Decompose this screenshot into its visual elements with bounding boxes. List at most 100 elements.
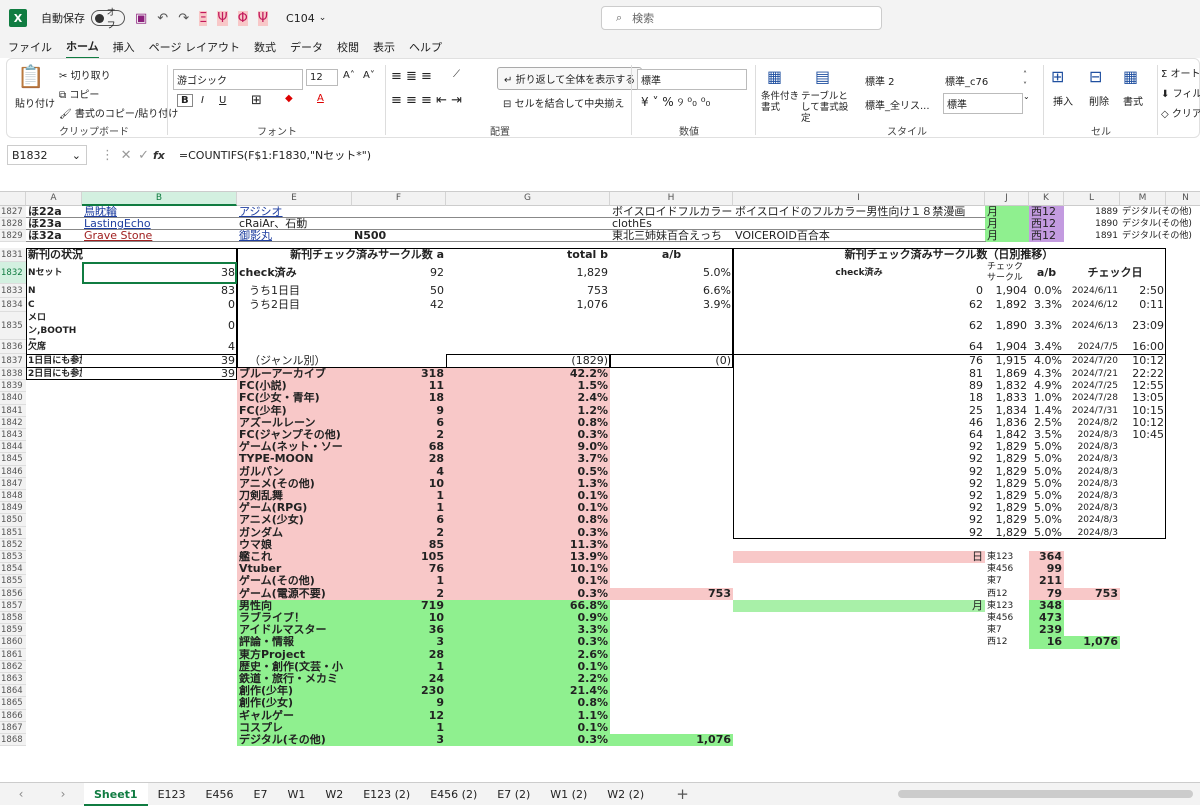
status-value[interactable]: 83 [82,284,237,298]
column-header-a[interactable]: A [26,192,82,206]
genre-ratio[interactable]: 0.1% [446,502,610,515]
genre-ratio[interactable]: 0.1% [446,490,610,503]
genre-ratio[interactable]: 0.8% [446,416,610,429]
checked-header[interactable]: 新刊チェック済みサークル数 a [237,248,446,262]
work-description[interactable]: ボイスロイドのフルカラー男性向け１８禁漫画 [733,206,985,218]
tab-review[interactable]: 校閲 [337,36,359,58]
daily-circles[interactable]: 1,890 [985,312,1029,340]
checked-row-label[interactable]: うち1日目 [237,284,352,298]
genre-count[interactable]: 10 [352,612,446,625]
genre-name[interactable]: ゲーム(その他) [237,575,352,588]
hall-name[interactable]: 東456 [985,563,1029,575]
tab-page-layout[interactable]: ページ レイアウト [149,36,240,58]
genre-ratio[interactable]: 1.5% [446,380,610,393]
status-value[interactable]: 39 [82,354,237,368]
format-painter-button[interactable]: 🖌 書式のコピー/貼り付け [59,105,178,120]
name-box[interactable]: B1832 ⌄ [7,145,87,165]
status-label[interactable]: 1日目にも参加 [26,354,82,368]
daily-date[interactable]: 2024/7/31 [1064,405,1120,417]
circle-code[interactable]: ほ32a [26,230,82,242]
hall-count[interactable]: 79 [1029,587,1064,600]
conditional-format-button[interactable]: 条件付き書式 [761,91,799,113]
genre-name[interactable]: Vtuber [237,563,352,576]
daily-time[interactable]: 13:05 [1120,392,1166,404]
row-header[interactable]: 1828 [0,218,26,230]
style-normal2[interactable]: 標準 2 [865,73,895,88]
work-description[interactable]: VOICEROID百合本 [733,230,985,242]
status-value[interactable]: 4 [82,340,237,354]
daily-ratio[interactable]: 3.5% [1029,429,1064,441]
genre-ratio[interactable]: 42.2% [446,368,610,381]
column-header-h[interactable]: H [610,192,733,206]
row-header[interactable]: 1827 [0,206,26,218]
genre-count[interactable]: 4 [352,465,446,478]
daily-date[interactable]: 2024/6/12 [1064,298,1120,312]
row-header[interactable]: 1841 [0,404,26,417]
genre-count[interactable]: 11 [352,380,446,393]
daily-date[interactable]: 2024/7/28 [1064,392,1120,404]
daily-time[interactable]: 23:09 [1120,312,1166,340]
column-header-k[interactable]: K [1029,192,1064,206]
genre-count[interactable]: 1 [352,660,446,673]
genre-name[interactable]: アニメ(その他) [237,477,352,490]
genre-ratio[interactable]: 0.5% [446,465,610,478]
daily-checked[interactable]: 0 [733,284,985,298]
genre-name[interactable]: TYPE-MOON [237,453,352,466]
column-header-i[interactable]: I [733,192,985,206]
row-header[interactable]: 1845 [0,453,26,466]
daily-time[interactable] [1120,453,1166,465]
checked-count[interactable]: 42 [352,298,446,312]
row-header[interactable]: 1836 [0,340,26,354]
hall-name[interactable]: 西12 [985,588,1029,600]
status-value[interactable]: 0 [82,312,237,340]
sheet-tab[interactable]: E456 [196,783,244,806]
genre-count[interactable]: 105 [352,551,446,564]
daily-checked[interactable]: 64 [733,429,985,441]
table-format-icon[interactable]: ▤ [815,67,830,86]
style-list[interactable]: 標準_全リス... [865,97,930,112]
daily-checked[interactable]: 76 [733,354,985,368]
author-name[interactable]: アジシオ [237,206,352,218]
genre-ratio[interactable]: 0.9% [446,612,610,625]
row-header[interactable]: 1831 [0,248,26,262]
daily-checked[interactable]: 92 [733,514,985,526]
circle-number[interactable]: 1890 [1064,218,1120,230]
genre-name[interactable]: FC(小説) [237,380,352,393]
genre-count[interactable]: 1 [352,502,446,515]
fill-button[interactable]: ⬇ フィル [1161,85,1200,100]
genre-count[interactable]: 28 [352,648,446,661]
daily-circles[interactable]: 1,892 [985,298,1029,312]
daily-date[interactable]: 2024/8/3 [1064,527,1120,539]
delete-cells-button[interactable]: 削除 [1089,93,1109,108]
insert-function-icon[interactable]: fx [153,149,165,162]
daily-checked[interactable]: 46 [733,417,985,429]
genre-ratio[interactable]: 3.3% [446,624,610,637]
cell-empty[interactable] [446,218,610,230]
sheet-tab[interactable]: E123 (2) [353,783,420,806]
daily-time[interactable] [1120,466,1166,478]
daily-time[interactable] [1120,502,1166,514]
day1-label[interactable]: 日 [733,551,985,564]
hall-count[interactable]: 239 [1029,624,1064,637]
genre-count[interactable]: 2 [352,587,446,600]
hall-label[interactable]: 西12 [1029,218,1064,230]
column-header-b[interactable]: B [82,192,237,206]
set-code[interactable]: N500 [352,230,446,242]
add-sheet-icon[interactable]: + [676,785,689,803]
sheet-tab[interactable]: W1 [277,783,315,806]
daily-ratio[interactable]: 5.0% [1029,502,1064,514]
genre-name[interactable]: コスプレ [237,721,352,734]
row-header[interactable]: 1867 [0,721,26,734]
genre-zero[interactable]: (0) [610,354,733,368]
genre-ratio[interactable]: 1.1% [446,709,610,722]
genre-ratio[interactable]: 0.8% [446,697,610,710]
work-title[interactable]: ボイスロイドフルカラー18 [610,206,733,218]
daily-circles[interactable]: 1,829 [985,453,1029,465]
underline-button[interactable]: U [219,95,226,106]
genre-label[interactable]: デジタル(その他) [1120,206,1200,218]
circle-name[interactable]: 鳥眈輪 [82,206,237,218]
daily-ratio[interactable]: 5.0% [1029,490,1064,502]
genre-ratio[interactable]: 9.0% [446,441,610,454]
custom-macro3-icon[interactable]: Φ [237,10,248,26]
tab-home[interactable]: ホーム [66,35,99,59]
